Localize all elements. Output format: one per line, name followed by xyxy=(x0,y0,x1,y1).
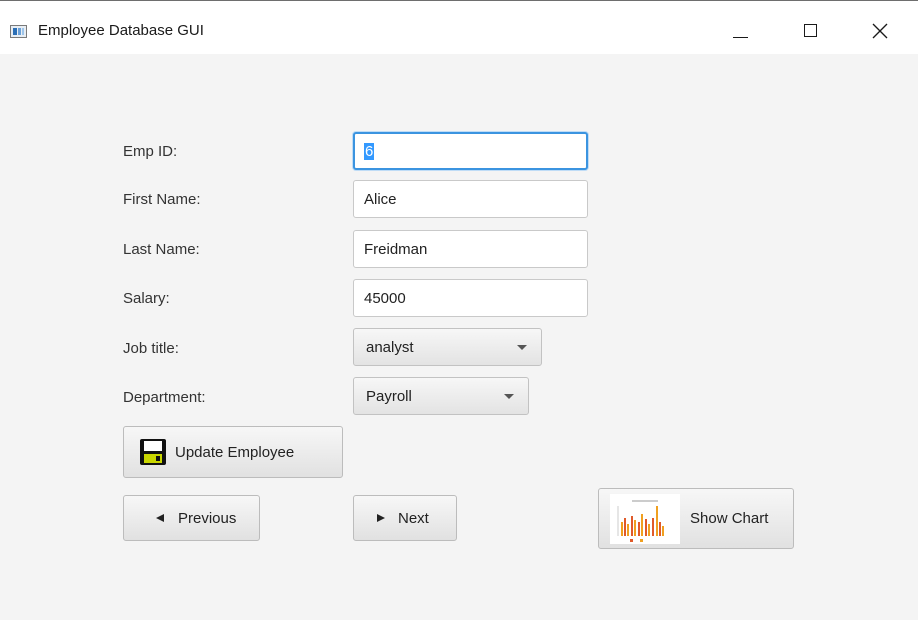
update-employee-button[interactable]: Update Employee xyxy=(123,426,343,478)
show-chart-label: Show Chart xyxy=(690,510,769,527)
show-chart-button[interactable]: Show Chart xyxy=(598,488,794,549)
floppy-disk-icon xyxy=(140,439,166,465)
last-name-label: Last Name: xyxy=(123,241,200,258)
update-employee-label: Update Employee xyxy=(175,443,295,461)
next-label: Next xyxy=(398,509,429,527)
department-selected: Payroll xyxy=(366,387,412,405)
department-dropdown[interactable]: Payroll xyxy=(353,377,529,415)
first-name-label: First Name: xyxy=(123,191,201,208)
job-title-selected: analyst xyxy=(366,338,414,356)
bar-chart-thumbnail-icon xyxy=(610,493,680,544)
job-title-label: Job title: xyxy=(123,340,179,357)
next-button[interactable]: Next xyxy=(353,495,457,541)
triangle-right-icon xyxy=(377,514,385,522)
first-name-field[interactable] xyxy=(353,180,588,218)
job-title-dropdown[interactable]: analyst xyxy=(353,328,542,366)
previous-label: Previous xyxy=(178,509,237,527)
window-title: Employee Database GUI xyxy=(38,22,204,39)
salary-field[interactable] xyxy=(353,279,588,317)
triangle-left-icon xyxy=(156,514,164,522)
chevron-down-icon xyxy=(504,394,514,399)
maximize-button[interactable] xyxy=(787,15,833,47)
minimize-button[interactable] xyxy=(717,15,763,47)
title-bar: Employee Database GUI xyxy=(0,1,918,54)
last-name-field[interactable] xyxy=(353,230,588,268)
close-button[interactable] xyxy=(858,15,904,47)
maximize-icon xyxy=(804,24,817,37)
emp-id-selected-text: 6 xyxy=(364,142,375,160)
chevron-down-icon xyxy=(517,345,527,350)
emp-id-field[interactable]: 6 xyxy=(353,132,588,170)
department-label: Department: xyxy=(123,389,206,406)
close-icon xyxy=(872,23,888,39)
salary-label: Salary: xyxy=(123,290,170,307)
emp-id-label: Emp ID: xyxy=(123,143,178,160)
previous-button[interactable]: Previous xyxy=(123,495,260,541)
minimize-icon xyxy=(733,37,748,38)
app-icon xyxy=(10,25,27,38)
